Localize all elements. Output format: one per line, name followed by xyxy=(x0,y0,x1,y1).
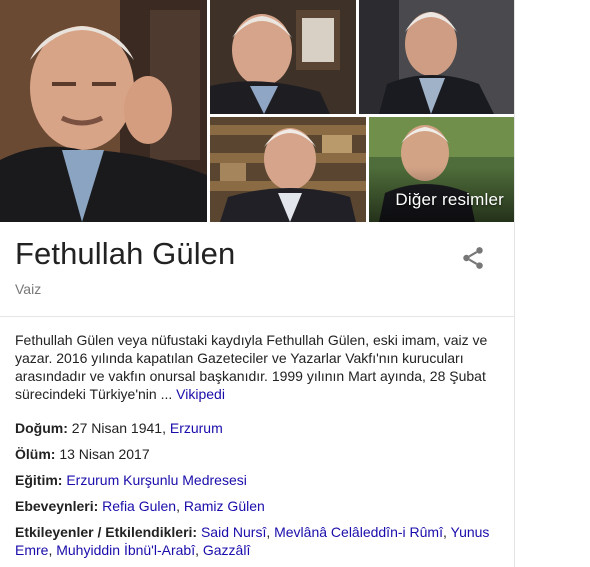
influence-link-2[interactable]: Mevlânâ Celâleddîn-i Rûmî xyxy=(274,524,443,540)
influence-separator: , xyxy=(266,524,271,540)
portrait-image-3[interactable] xyxy=(359,0,514,114)
more-images-label[interactable]: Diğer resimler xyxy=(395,190,504,210)
influence-link-4[interactable]: Muhyiddin İbnü'l-Arabî xyxy=(56,542,195,558)
portrait-image-2[interactable] xyxy=(210,0,356,114)
fact-birth-value: 27 Nisan 1941, xyxy=(71,420,166,436)
influence-link-1[interactable]: Said Nursî xyxy=(201,524,266,540)
facts-list: Doğum: 27 Nisan 1941, Erzurum Ölüm: 13 N… xyxy=(15,419,510,567)
main-portrait-image[interactable] xyxy=(0,0,207,222)
portrait-4-icon xyxy=(210,117,366,222)
fact-education-label: Eğitim: xyxy=(15,472,63,488)
entity-subtitle: Vaiz xyxy=(15,281,42,297)
header-divider xyxy=(0,316,514,317)
fact-birth-label: Doğum: xyxy=(15,420,68,436)
portrait-2-icon xyxy=(210,0,356,114)
portrait-3-icon xyxy=(359,0,514,114)
fact-parent-link-1[interactable]: Refia Gulen xyxy=(102,498,176,514)
fact-influences: Etkileyenler / Etkilendikleri: Said Nurs… xyxy=(15,523,510,559)
more-images-tile[interactable]: Diğer resimler xyxy=(369,117,514,222)
fact-parents: Ebeveynleri: Refia Gulen, Ramiz Gülen xyxy=(15,497,510,515)
influence-separator: , xyxy=(48,542,53,558)
influence-separator: , xyxy=(195,542,199,558)
description-text: Fethullah Gülen veya nüfustaki kaydıyla … xyxy=(15,332,488,402)
fact-death: Ölüm: 13 Nisan 2017 xyxy=(15,445,510,463)
fact-birth: Doğum: 27 Nisan 1941, Erzurum xyxy=(15,419,510,437)
image-grid: Diğer resimler xyxy=(0,0,514,222)
share-icon xyxy=(463,247,483,269)
fact-education: Eğitim: Erzurum Kurşunlu Medresesi xyxy=(15,471,510,489)
wikipedia-link[interactable]: Vikipedi xyxy=(176,386,225,402)
fact-birth-place-link[interactable]: Erzurum xyxy=(170,420,223,436)
share-button[interactable] xyxy=(460,245,486,271)
fact-death-label: Ölüm: xyxy=(15,446,56,462)
portrait-main-icon xyxy=(0,0,207,222)
fact-influences-label: Etkileyenler / Etkilendikleri: xyxy=(15,524,198,540)
portrait-image-4[interactable] xyxy=(210,117,366,222)
fact-parents-separator: , xyxy=(176,498,180,514)
influence-separator: , xyxy=(442,524,447,540)
fact-death-value: 13 Nisan 2017 xyxy=(59,446,150,462)
entity-title: Fethullah Gülen xyxy=(15,236,236,271)
entity-description: Fethullah Gülen veya nüfustaki kaydıyla … xyxy=(15,331,500,403)
fact-education-link[interactable]: Erzurum Kurşunlu Medresesi xyxy=(66,472,247,488)
knowledge-panel: Diğer resimler Fethullah Gülen Vaiz Feth… xyxy=(0,0,515,567)
fact-parent-link-2[interactable]: Ramiz Gülen xyxy=(184,498,265,514)
influence-link-5[interactable]: Gazzâlî xyxy=(203,542,250,558)
fact-parents-label: Ebeveynleri: xyxy=(15,498,99,514)
